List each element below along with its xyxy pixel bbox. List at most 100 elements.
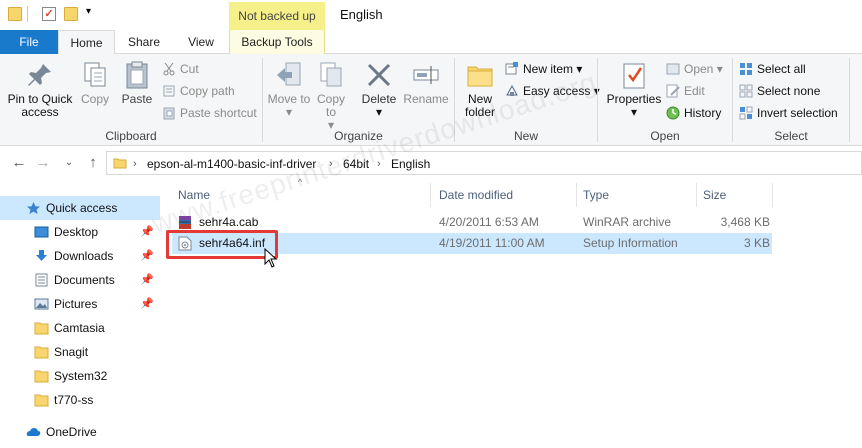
history-button[interactable]: History bbox=[666, 104, 721, 122]
divider[interactable] bbox=[772, 183, 773, 207]
nav-item-label: t770-ss bbox=[54, 393, 94, 407]
pin-icon[interactable]: 📌 bbox=[140, 244, 154, 268]
move-to-icon bbox=[274, 60, 304, 90]
nav-item-label: Pictures bbox=[54, 297, 98, 311]
scissors-icon bbox=[162, 62, 176, 76]
move-to-label: Move to bbox=[267, 92, 311, 106]
nav-item-desktop[interactable]: Desktop 📌 bbox=[0, 220, 160, 244]
rename-button[interactable]: Rename bbox=[402, 60, 450, 106]
easy-access-button[interactable]: Easy access ▾ bbox=[505, 82, 600, 100]
pin-icon[interactable]: 📌 bbox=[140, 292, 154, 316]
recent-locations-chevron-icon[interactable]: ⌄ bbox=[60, 153, 78, 173]
copy-button[interactable]: Copy bbox=[76, 60, 114, 106]
paste-button[interactable]: Paste bbox=[116, 60, 158, 106]
tab-file[interactable]: File bbox=[0, 30, 58, 54]
up-arrow-icon[interactable]: ↑ bbox=[84, 153, 102, 173]
copy-label: Copy bbox=[80, 92, 109, 106]
nav-item-documents[interactable]: Documents 📌 bbox=[0, 268, 160, 292]
pin-icon[interactable]: 📌 bbox=[140, 268, 154, 292]
copy-to-icon bbox=[316, 60, 346, 90]
nav-item-label: System32 bbox=[54, 369, 108, 383]
breadcrumb-64bit[interactable]: 64bit bbox=[343, 155, 369, 173]
chevron-down-icon: ▾ bbox=[285, 105, 293, 119]
quick-access-dropdown[interactable]: ▾ bbox=[86, 6, 91, 17]
tab-share[interactable]: Share bbox=[118, 30, 170, 54]
column-header-name[interactable]: Name bbox=[178, 186, 210, 204]
breadcrumb-english[interactable]: English bbox=[391, 155, 430, 173]
tab-home[interactable]: Home bbox=[58, 30, 115, 55]
divider bbox=[849, 58, 850, 142]
divider[interactable] bbox=[576, 183, 577, 207]
divider[interactable] bbox=[430, 183, 431, 207]
folder-icon bbox=[34, 394, 49, 407]
nav-item-snagit[interactable]: Snagit bbox=[0, 340, 160, 364]
folder-icon bbox=[113, 158, 127, 169]
nav-item-label: Quick access bbox=[46, 201, 118, 215]
paste-icon bbox=[122, 60, 152, 90]
cut-label: Cut bbox=[180, 62, 199, 76]
delete-button[interactable]: Delete ▾ bbox=[359, 60, 399, 119]
column-header-date-modified[interactable]: Date modified bbox=[439, 186, 513, 204]
select-group: Select all Select none Invert selection … bbox=[733, 54, 849, 146]
properties-check-icon[interactable]: ✓ bbox=[42, 7, 56, 21]
easy-access-label: Easy access bbox=[523, 84, 591, 98]
pin-icon[interactable]: 📌 bbox=[140, 220, 154, 244]
nav-item-system32[interactable]: System32 bbox=[0, 364, 160, 388]
delete-label: Delete bbox=[361, 92, 397, 106]
edit-button[interactable]: Edit bbox=[666, 82, 705, 100]
paste-shortcut-button[interactable]: Paste shortcut bbox=[162, 104, 257, 122]
nav-item-quick-access[interactable]: Quick access bbox=[0, 196, 160, 220]
edit-pencil-icon bbox=[666, 84, 680, 98]
breadcrumb-separator[interactable]: › bbox=[133, 155, 137, 173]
tab-view[interactable]: View bbox=[175, 30, 227, 54]
divider[interactable] bbox=[696, 183, 697, 207]
new-folder-icon[interactable] bbox=[64, 7, 78, 21]
nav-item-onedrive[interactable]: OneDrive bbox=[0, 420, 160, 444]
move-to-button[interactable]: Move to ▾ bbox=[267, 60, 311, 119]
nav-item-pictures[interactable]: Pictures 📌 bbox=[0, 292, 160, 316]
properties-check-icon bbox=[619, 60, 649, 90]
forward-arrow-icon[interactable]: → bbox=[34, 153, 52, 173]
column-header-size[interactable]: Size bbox=[703, 186, 726, 204]
mouse-cursor-icon bbox=[264, 248, 278, 268]
new-folder-button[interactable]: New folder bbox=[459, 60, 501, 119]
file-size: 3 KB bbox=[743, 236, 770, 250]
breadcrumb-separator[interactable]: › bbox=[329, 155, 333, 173]
nav-item-label: Snagit bbox=[54, 345, 89, 359]
properties-button[interactable]: Properties ▾ bbox=[602, 60, 666, 119]
paste-label: Paste bbox=[121, 92, 153, 106]
copy-to-button[interactable]: Copy to ▾ bbox=[313, 60, 349, 132]
nav-item-t770-ss[interactable]: t770-ss bbox=[0, 388, 160, 412]
open-button[interactable]: Open ▾ bbox=[666, 60, 723, 78]
history-clock-icon bbox=[666, 106, 680, 120]
file-date: 4/20/2011 6:53 AM bbox=[439, 215, 539, 229]
back-arrow-icon[interactable]: ← bbox=[10, 153, 28, 173]
copy-path-button[interactable]: Copy path bbox=[162, 82, 235, 100]
breadcrumb-epson-driver[interactable]: epson-al-m1400-basic-inf-driver bbox=[147, 155, 316, 173]
edit-label: Edit bbox=[684, 84, 705, 98]
cut-button[interactable]: Cut bbox=[162, 60, 199, 78]
download-icon bbox=[36, 250, 47, 261]
breadcrumb-separator[interactable]: › bbox=[377, 155, 381, 173]
invert-selection-label: Invert selection bbox=[757, 106, 838, 120]
easy-access-icon bbox=[505, 84, 519, 98]
nav-item-label: Documents bbox=[54, 273, 115, 287]
rename-label: Rename bbox=[403, 92, 449, 106]
select-all-button[interactable]: Select all bbox=[739, 60, 806, 78]
select-all-icon bbox=[739, 62, 753, 76]
nav-item-label: OneDrive bbox=[46, 425, 97, 439]
nav-item-label: Camtasia bbox=[54, 321, 105, 335]
invert-selection-button[interactable]: Invert selection bbox=[739, 104, 838, 122]
cloud-icon bbox=[26, 428, 41, 436]
open-label: Open bbox=[684, 62, 714, 76]
column-header-type[interactable]: Type bbox=[583, 186, 609, 204]
file-size: 3,468 KB bbox=[720, 215, 770, 229]
pin-to-quick-access-button[interactable]: Pin to Quick access bbox=[4, 60, 76, 119]
nav-item-camtasia[interactable]: Camtasia bbox=[0, 316, 160, 340]
address-bar[interactable]: › epson-al-m1400-basic-inf-driver › 64bi… bbox=[106, 151, 862, 175]
nav-item-downloads[interactable]: Downloads 📌 bbox=[0, 244, 160, 268]
copy-to-label: Copy to bbox=[316, 92, 345, 119]
tab-backup-tools[interactable]: Backup Tools bbox=[229, 30, 325, 54]
new-item-button[interactable]: New item ▾ bbox=[505, 60, 582, 78]
select-none-button[interactable]: Select none bbox=[739, 82, 820, 100]
